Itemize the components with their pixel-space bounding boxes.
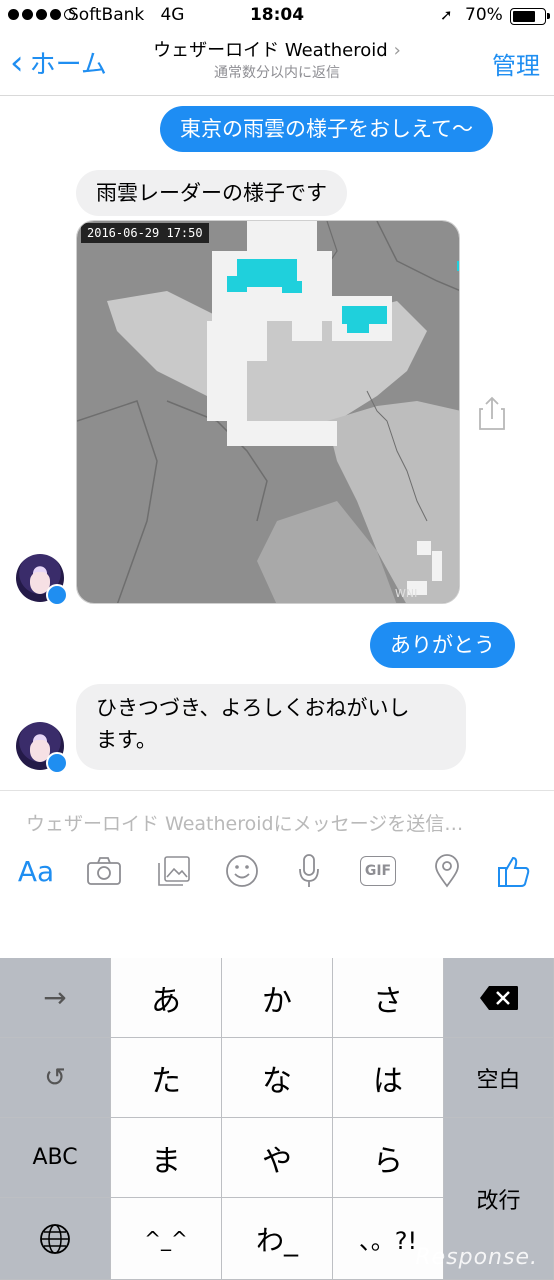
- location-button[interactable]: [430, 851, 464, 891]
- voice-button[interactable]: [292, 851, 326, 891]
- gif-button[interactable]: GIF: [358, 851, 398, 891]
- smiley-icon: [226, 855, 258, 887]
- message-input[interactable]: ウェザーロイド Weatheroidにメッセージを送信…: [26, 809, 463, 836]
- incoming-message[interactable]: 雨雲レーダーの様子です: [76, 170, 347, 216]
- emoticon-key[interactable]: ^_^: [111, 1198, 222, 1280]
- key-wa[interactable]: わ_: [222, 1198, 333, 1280]
- bot-avatar[interactable]: [16, 554, 68, 606]
- status-bar: SoftBank 4G 18:04 ➚ 70%: [0, 0, 554, 34]
- text-format-button[interactable]: Aa: [14, 851, 58, 891]
- watermark: Response.: [415, 1245, 538, 1270]
- globe-key[interactable]: [0, 1198, 111, 1280]
- outgoing-message[interactable]: 東京の雨雲の様子をおしえて〜: [160, 106, 493, 152]
- key-ma[interactable]: ま: [111, 1118, 222, 1198]
- photo-gallery-button[interactable]: [154, 851, 194, 891]
- key-a[interactable]: あ: [111, 958, 222, 1038]
- like-button[interactable]: [494, 851, 534, 891]
- key-ra[interactable]: ら: [333, 1118, 444, 1198]
- delete-key[interactable]: [444, 958, 554, 1038]
- camera-button[interactable]: [84, 851, 124, 891]
- key-sa[interactable]: さ: [333, 958, 444, 1038]
- sticker-button[interactable]: [222, 851, 262, 891]
- location-pin-icon: [435, 854, 459, 888]
- messenger-badge-icon: [46, 584, 68, 606]
- incoming-message[interactable]: ひきつづき、よろしくおねがいし ます。: [76, 684, 466, 770]
- backspace-icon: [479, 985, 518, 1010]
- response-time-subtitle: 通常数分以内に返信: [214, 65, 340, 81]
- outgoing-message[interactable]: ありがとう: [370, 622, 515, 668]
- radar-logo: WNI: [395, 587, 417, 600]
- radar-timestamp: 2016-06-29 17:50: [81, 223, 209, 243]
- manage-button[interactable]: 管理: [492, 46, 540, 81]
- share-icon: [479, 396, 505, 430]
- thumbs-up-icon: [498, 856, 530, 887]
- abc-key[interactable]: ABC: [0, 1118, 111, 1198]
- bot-avatar[interactable]: [16, 722, 68, 774]
- navigation-bar: ‹ ホーム ウェザーロイド Weatheroid › 通常数分以内に返信 管理: [0, 34, 554, 96]
- undo-key[interactable]: ↺: [0, 1038, 111, 1118]
- message-line: ひきつづき、よろしくおねがいし: [96, 696, 410, 720]
- chevron-right-icon: ›: [393, 40, 401, 61]
- share-button[interactable]: [478, 395, 506, 435]
- key-next-arrow[interactable]: →: [0, 958, 111, 1038]
- battery-icon: [510, 8, 550, 25]
- gif-icon: GIF: [359, 856, 397, 886]
- message-line: ます。: [96, 728, 157, 752]
- microphone-icon: [299, 854, 319, 887]
- location-arrow-icon: ➚: [440, 6, 453, 24]
- radar-map: WNI: [77, 221, 459, 603]
- composer-toolbar: Aa GIF: [0, 851, 554, 895]
- battery-percentage: 70%: [465, 5, 503, 25]
- key-ya[interactable]: や: [222, 1118, 333, 1198]
- key-na[interactable]: な: [222, 1038, 333, 1118]
- radar-image[interactable]: WNI 2016-06-29 17:50: [76, 220, 460, 604]
- japanese-keyboard: → あ か さ ↺ た な は 空白 ABC ま や ら 改行 ^_^ わ_ 、…: [0, 958, 554, 1280]
- messenger-badge-icon: [46, 752, 68, 774]
- globe-icon: [40, 1223, 70, 1254]
- conversation-title-text: ウェザーロイド Weatheroid: [153, 40, 388, 61]
- conversation-title[interactable]: ウェザーロイド Weatheroid ›: [0, 36, 554, 62]
- space-key[interactable]: 空白: [444, 1038, 554, 1118]
- key-ha[interactable]: は: [333, 1038, 444, 1118]
- camera-icon: [87, 857, 121, 885]
- message-composer: ウェザーロイド Weatheroidにメッセージを送信… Aa GIF: [0, 790, 554, 908]
- key-ta[interactable]: た: [111, 1038, 222, 1118]
- key-ka[interactable]: か: [222, 958, 333, 1038]
- gallery-icon: [158, 856, 190, 886]
